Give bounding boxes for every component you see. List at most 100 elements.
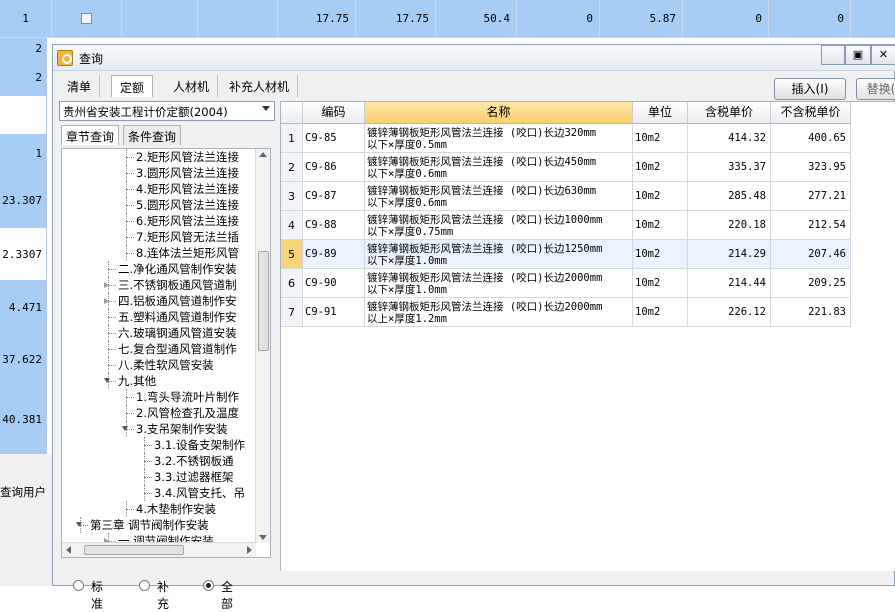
tree-node[interactable]: 7.矩形风管无法兰插 [136,230,239,246]
tree-node[interactable]: 3.圆形风管法兰连接 [136,166,239,182]
scroll-up-icon[interactable] [259,152,267,157]
tab-bill[interactable]: 清单 [59,75,101,97]
row-checkbox-cell[interactable] [52,0,122,38]
value-cell: 17.75 [356,0,436,38]
tree-node[interactable]: 3.4.风管支托、吊 [154,486,245,502]
sheet-footer: 查询用户 [0,454,52,586]
tree-node[interactable]: 3.2.不锈钢板通 [154,454,233,470]
tree-node[interactable]: 六.玻璃钢通风管道安装 [118,326,237,342]
tab-condition-query[interactable]: 条件查询 [123,125,182,145]
tree-node[interactable]: 九.其他 [118,374,156,390]
maximize-button[interactable]: ▣ [845,45,871,65]
tab-chapter-query[interactable]: 章节查询 [61,125,120,145]
tree-node[interactable]: 七.复合型通风管道制作 [118,342,237,358]
maximize-icon: ▣ [852,48,864,61]
tree-connector [108,333,116,334]
tree-node[interactable]: 四.铝板通风管道制作安 [118,294,237,310]
radio-all-label: 全部 [221,580,234,611]
tax-price-cell: 214.44 [688,269,771,298]
table-row[interactable]: 7 C9-91 镀锌薄钢板矩形风管法兰连接 (咬口)长边2000mm 以上×厚度1.2… [281,298,851,327]
table-row[interactable]: 4 C9-88 镀锌薄钢板矩形风管法兰连接 (咬口)长边1000mm 以下×厚度0.7… [281,211,851,240]
column-header-unit[interactable]: 单位 [633,102,688,124]
tree-horizontal-scrollbar[interactable] [62,542,256,557]
empty-cell [198,0,278,38]
tree-node[interactable]: 4.矩形风管法兰连接 [136,182,239,198]
row-index: 2 [281,153,303,182]
scroll-left-icon[interactable] [66,546,71,554]
sheet-left-value: 4.471 [0,280,47,334]
footer-label: 查询用户 [0,485,46,499]
tree-node[interactable]: 4.木垫制作安装 [136,502,216,518]
column-header-notax-price[interactable]: 不含税单价 [771,102,851,124]
sheet-row-1[interactable]: 1 17.75 17.75 50.4 0 5.87 0 0 [0,0,895,38]
expanded-triangle-icon[interactable] [104,378,110,383]
table-row[interactable]: 3 C9-87 镀锌薄钢板矩形风管法兰连接 (咬口)长边630mm 以下×厚度0.6m… [281,182,851,211]
quota-grid[interactable]: 编码 名称 单位 含税单价 不含税单价 1 C9-85 镀锌薄钢板矩形风管法兰连接 … [280,101,895,571]
scroll-right-icon[interactable] [247,546,252,554]
insert-button[interactable]: 插入(I) [774,78,846,100]
tree-node[interactable]: 三.不锈钢板通风管道制 [118,278,237,294]
tree-node[interactable]: 8.连体法兰矩形风管 [136,246,239,262]
tax-price-cell: 214.29 [688,240,771,269]
column-header-code[interactable]: 编码 [303,102,365,124]
tree-node[interactable]: 二.净化通风管制作安装 [118,262,237,278]
name-line-1: 镀锌薄钢板矩形风管法兰连接 (咬口)长边450mm [367,156,597,168]
tree-node[interactable]: 1.弯头导流叶片制作 [136,390,239,406]
tab-quota[interactable]: 定额 [111,75,154,97]
dialog-titlebar[interactable]: 查询 ▣ ✕ [53,45,895,71]
replace-button[interactable]: 替换( [856,78,895,100]
tree-node[interactable]: 五.塑料通风管道制作安 [118,310,237,326]
name-line-2: 以下×厚度1.0mm [367,255,447,267]
tree-node[interactable]: 5.圆形风管法兰连接 [136,198,239,214]
tree-node[interactable]: 3.支吊架制作安装 [136,422,227,438]
notax-price-cell: 323.95 [771,153,851,182]
collapsed-triangle-icon[interactable] [104,298,109,304]
row-checkbox[interactable] [81,13,92,24]
minimize-button[interactable] [821,45,845,65]
chapter-tree[interactable]: 2.矩形风管法兰连接 3.圆形风管法兰连接 4.矩形风管法兰连接 5.圆形风管法兰连接… [61,148,271,558]
tree-node[interactable]: 2.矩形风管法兰连接 [136,150,239,166]
chevron-down-icon[interactable] [262,106,270,111]
tree-connector [126,205,134,206]
tree-vertical-scrollbar[interactable] [255,149,270,543]
column-header-name[interactable]: 名称 [365,102,633,124]
tab-labor-material[interactable]: 人材机 [165,75,219,97]
tree-connector [108,357,109,373]
notax-price-cell: 277.21 [771,182,851,211]
library-select[interactable]: 贵州省安装工程计价定额(2004) [59,101,275,121]
column-header-tax-price[interactable]: 含税单价 [688,102,771,124]
tree-node[interactable]: 3.1.设备支架制作 [154,438,245,454]
tree-connector [144,477,152,478]
tree-node[interactable]: 第三章 调节阀制作安装 [90,518,209,534]
scroll-thumb-horizontal[interactable] [84,545,184,555]
tree-connector [126,229,127,245]
table-row[interactable]: 2 C9-86 镀锌薄钢板矩形风管法兰连接 (咬口)长边450mm 以下×厚度0.6m… [281,153,851,182]
row-index: 6 [281,269,303,298]
expanded-triangle-icon[interactable] [122,426,128,431]
scroll-down-icon[interactable] [259,535,267,540]
tab-supplement-labor-material[interactable]: 补充人材机 [221,75,299,97]
tree-node[interactable]: 八.柔性软风管安装 [118,358,214,374]
dialog-title: 查询 [79,52,104,66]
scroll-thumb[interactable] [258,251,269,351]
tree-node[interactable]: 2.风管检查孔及温度 [136,406,239,422]
tree-connector [126,173,134,174]
tree-node[interactable]: 6.矩形风管法兰连接 [136,214,239,230]
table-row[interactable]: 1 C9-85 镀锌薄钢板矩形风管法兰连接 (咬口)长边320mm 以下×厚度0.5m… [281,124,851,153]
notax-price-cell: 221.83 [771,298,851,327]
collapsed-triangle-icon[interactable] [104,282,109,288]
table-row[interactable]: 6 C9-90 镀锌薄钢板矩形风管法兰连接 (咬口)长边2000mm 以下×厚度1.0… [281,269,851,298]
tree-connector [126,189,134,190]
tree-connector [126,237,134,238]
name-cell: 镀锌薄钢板矩形风管法兰连接 (咬口)长边1000mm 以下×厚度0.75mm [365,211,633,240]
column-header-index [281,102,303,124]
expanded-triangle-icon[interactable] [76,522,82,527]
tree-connector [126,405,127,421]
table-row[interactable]: 5 C9-89 镀锌薄钢板矩形风管法兰连接 (咬口)长边1250mm 以下×厚度1.0… [281,240,851,269]
unit-cell: 10m2 [633,124,688,153]
unit-cell: 10m2 [633,298,688,327]
tree-connector [126,181,127,197]
code-cell: C9-90 [303,269,365,298]
close-button[interactable]: ✕ [871,45,895,65]
tree-node[interactable]: 3.3.过滤器框架 [154,470,233,486]
